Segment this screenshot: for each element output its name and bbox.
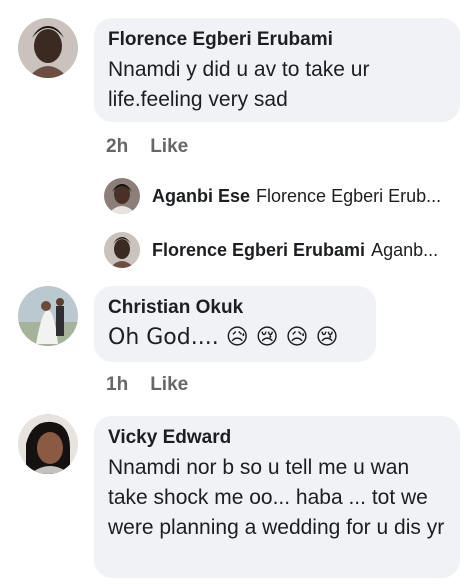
comment-timestamp[interactable]: 2h (106, 136, 128, 157)
comment-text: Oh God.... 😥 😢 😥 😢 (108, 325, 339, 350)
comment-text: Nnamdi nor b so u tell me u wan take sho… (108, 456, 445, 539)
comment-text: Nnamdi y did u av to take ur life.feelin… (108, 58, 370, 111)
avatar[interactable] (18, 414, 78, 474)
avatar[interactable] (104, 232, 140, 268)
comment-timestamp[interactable]: 1h (106, 374, 128, 395)
avatar[interactable] (18, 286, 78, 346)
comment-author[interactable]: Vicky Edward (108, 427, 446, 449)
comment-author[interactable]: Florence Egberi Erubami (108, 29, 446, 51)
reply-preview[interactable]: Aganbi Ese Florence Egberi Erub... (104, 176, 476, 216)
avatar[interactable] (104, 178, 140, 214)
reply-author[interactable]: Florence Egberi Erubami (152, 240, 365, 261)
like-button[interactable]: Like (150, 136, 188, 157)
avatar[interactable] (18, 18, 78, 78)
reply-preview[interactable]: Florence Egberi Erubami Aganb... (104, 230, 476, 270)
comment-author[interactable]: Christian Okuk (108, 297, 362, 319)
reply-text: Florence Egberi Erub... (256, 185, 442, 206)
like-button[interactable]: Like (150, 374, 188, 395)
comment-actions: 2h Like (106, 136, 188, 158)
comment-bubble: Florence Egberi Erubami Nnamdi y did u a… (94, 18, 460, 122)
comment-bubble: Vicky Edward Nnamdi nor b so u tell me u… (94, 416, 460, 578)
comment-bubble: Christian Okuk Oh God.... 😥 😢 😥 😢 (94, 286, 376, 362)
reply-text: Aganb... (371, 239, 439, 260)
comment-actions: 1h Like (106, 374, 188, 396)
reply-author[interactable]: Aganbi Ese (152, 186, 250, 207)
